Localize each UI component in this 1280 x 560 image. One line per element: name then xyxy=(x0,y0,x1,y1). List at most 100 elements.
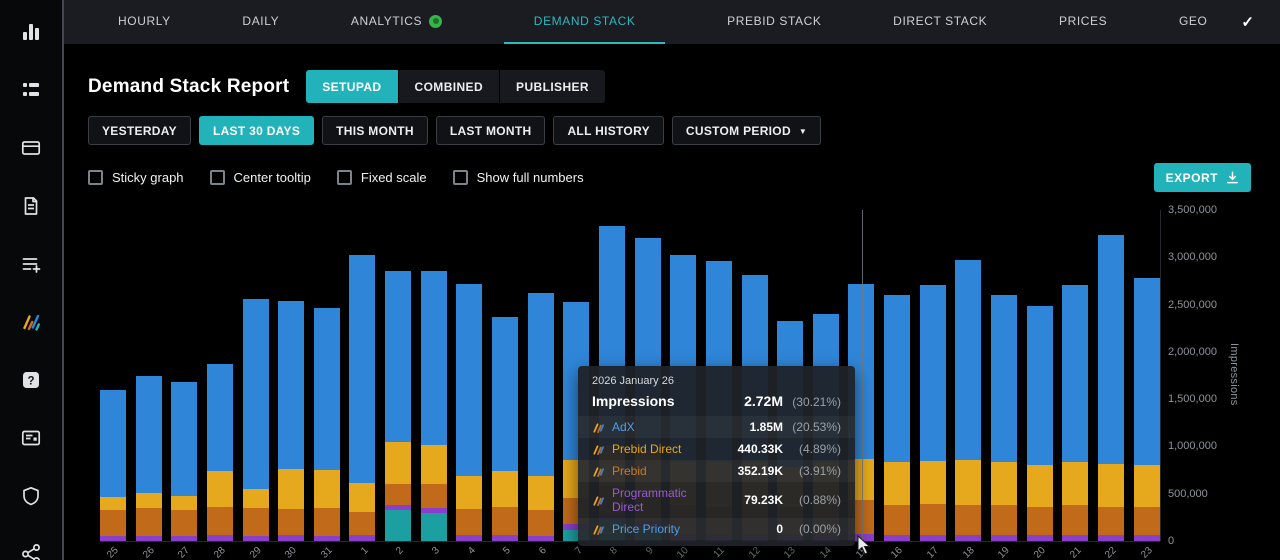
segment-prebid-direct xyxy=(955,459,982,506)
billing-icon[interactable] xyxy=(20,427,42,449)
period-yesterday[interactable]: YESTERDAY xyxy=(88,116,191,145)
segment-prebid xyxy=(492,506,519,536)
bar-17[interactable] xyxy=(919,284,946,541)
segment-adx xyxy=(1026,305,1053,466)
share-icon[interactable] xyxy=(20,543,42,560)
bar-23[interactable] xyxy=(1133,278,1160,541)
segment-adx xyxy=(1062,284,1089,462)
view-tab-publisher[interactable]: PUBLISHER xyxy=(500,70,605,103)
view-tab-setupad[interactable]: SETUPAD xyxy=(306,70,399,103)
mouse-cursor xyxy=(857,534,872,560)
document-icon[interactable] xyxy=(20,195,42,217)
nav-tab-hourly[interactable]: HOURLY xyxy=(108,0,181,44)
bar-29[interactable] xyxy=(242,298,269,541)
x-tick-label: 25 xyxy=(105,545,121,560)
bar-26[interactable] xyxy=(135,375,162,541)
segment-prebid-direct xyxy=(919,460,946,505)
checkbox-sticky-graph[interactable]: Sticky graph xyxy=(88,169,184,185)
segment-prebid xyxy=(991,505,1018,536)
segment-prebid-direct xyxy=(313,470,340,508)
report-rows-icon[interactable] xyxy=(20,79,42,101)
y-tick-label: 2,000,000 xyxy=(1168,345,1217,358)
bar-25[interactable] xyxy=(100,389,126,541)
setupad-logo[interactable] xyxy=(20,311,42,333)
card-icon[interactable] xyxy=(20,137,42,159)
x-tick-label: 30 xyxy=(283,545,300,560)
tooltip-total-label: Impressions xyxy=(592,393,675,409)
x-tick-label: 16 xyxy=(889,545,906,560)
analytics-badge-icon xyxy=(429,14,443,28)
period-last-30-days[interactable]: LAST 30 DAYS xyxy=(198,116,315,145)
nav-tab-analytics[interactable]: ANALYTICS xyxy=(341,0,452,44)
y-tick-label: 500,000 xyxy=(1168,487,1208,500)
bar-18[interactable] xyxy=(955,260,982,541)
period-this-month[interactable]: THIS MONTH xyxy=(322,116,428,145)
segment-prebid xyxy=(1097,506,1124,536)
tooltip-row-value: 0 xyxy=(776,522,783,536)
x-tick-label: 26 xyxy=(140,545,157,560)
bar-20[interactable] xyxy=(1026,305,1053,541)
period-all-history[interactable]: ALL HISTORY xyxy=(553,116,664,145)
nav-tab-prices[interactable]: PRICES xyxy=(1049,0,1117,44)
bar-16[interactable] xyxy=(884,295,911,541)
check-icon[interactable]: ✓ xyxy=(1231,0,1280,44)
segment-prebid-direct xyxy=(171,495,198,510)
tooltip-row-value: 352.19K xyxy=(737,464,783,478)
setupad-logo-icon xyxy=(592,443,605,456)
period-buttons: YESTERDAY LAST 30 DAYS THIS MONTH LAST MONT… xyxy=(88,116,822,145)
nav-tab-daily[interactable]: DAILY xyxy=(232,0,289,44)
checkbox-show-full-numbers[interactable]: Show full numbers xyxy=(452,169,584,185)
segment-prebid-direct xyxy=(278,469,305,509)
segment-adx xyxy=(135,375,162,493)
segment-adx xyxy=(456,283,483,476)
segment-prebid-direct xyxy=(1133,465,1160,507)
view-tab-combined[interactable]: COMBINED xyxy=(398,70,501,103)
segment-adx xyxy=(919,284,946,461)
nav-tab-prebid-stack[interactable]: PREBID STACK xyxy=(717,0,831,44)
nav-tabs: HOURLY DAILY ANALYTICS DEMAND STACK PREBID S… xyxy=(64,0,1231,44)
bar-19[interactable] xyxy=(991,295,1018,541)
tooltip-date: 2026 January 26 xyxy=(592,375,674,387)
x-tick-label: 19 xyxy=(996,545,1013,560)
playlist-add-icon[interactable] xyxy=(20,253,42,275)
help-icon[interactable]: ? xyxy=(20,369,42,391)
bar-30[interactable] xyxy=(278,300,305,541)
sidebar-scrollbar[interactable] xyxy=(62,0,64,560)
bar-31[interactable] xyxy=(313,308,340,541)
bar-28[interactable] xyxy=(206,364,233,541)
period-last-month[interactable]: LAST MONTH xyxy=(435,116,546,145)
bar-4[interactable] xyxy=(456,283,483,541)
nav-tab-label: DIRECT STACK xyxy=(893,14,988,28)
segment-prebid xyxy=(884,505,911,536)
segment-prebid xyxy=(171,509,198,537)
checkbox-center-tooltip[interactable]: Center tooltip xyxy=(209,169,311,185)
export-button[interactable]: EXPORT xyxy=(1153,163,1251,192)
segment-prebid xyxy=(1133,506,1160,536)
x-tick-label: 20 xyxy=(1032,545,1048,560)
checkbox-label: Center tooltip xyxy=(233,169,311,185)
segment-prebid-direct xyxy=(420,444,447,485)
nav-tab-geo[interactable]: GEO xyxy=(1169,0,1217,44)
bar-1[interactable] xyxy=(349,255,376,541)
bar-22[interactable] xyxy=(1097,235,1124,541)
view-tabs: SETUPAD COMBINED PUBLISHER xyxy=(306,70,605,103)
x-tick-label: 13 xyxy=(782,545,799,560)
bar-6[interactable] xyxy=(527,293,554,541)
bar-2[interactable] xyxy=(385,270,412,541)
segment-prebid xyxy=(349,511,376,536)
tooltip-row-programmatic-direct: Programmatic Direct 79.23K (0.88%) xyxy=(578,482,855,518)
period-custom-period[interactable]: CUSTOM PERIOD ▼ xyxy=(671,116,822,145)
bar-27[interactable] xyxy=(171,382,198,541)
shield-icon[interactable] xyxy=(20,485,42,507)
segment-adx xyxy=(420,270,447,445)
bar-21[interactable] xyxy=(1062,284,1089,541)
tooltip-total-value: 2.72M xyxy=(744,393,783,409)
segment-prebid-direct xyxy=(349,483,376,512)
bar-3[interactable] xyxy=(420,270,447,541)
svg-text:?: ? xyxy=(27,376,34,388)
checkbox-fixed-scale[interactable]: Fixed scale xyxy=(336,169,427,185)
nav-tab-direct-stack[interactable]: DIRECT STACK xyxy=(883,0,997,44)
bar-5[interactable] xyxy=(492,316,519,541)
nav-tab-demand-stack[interactable]: DEMAND STACK xyxy=(503,0,666,44)
dashboard-chart-icon[interactable] xyxy=(20,21,42,43)
